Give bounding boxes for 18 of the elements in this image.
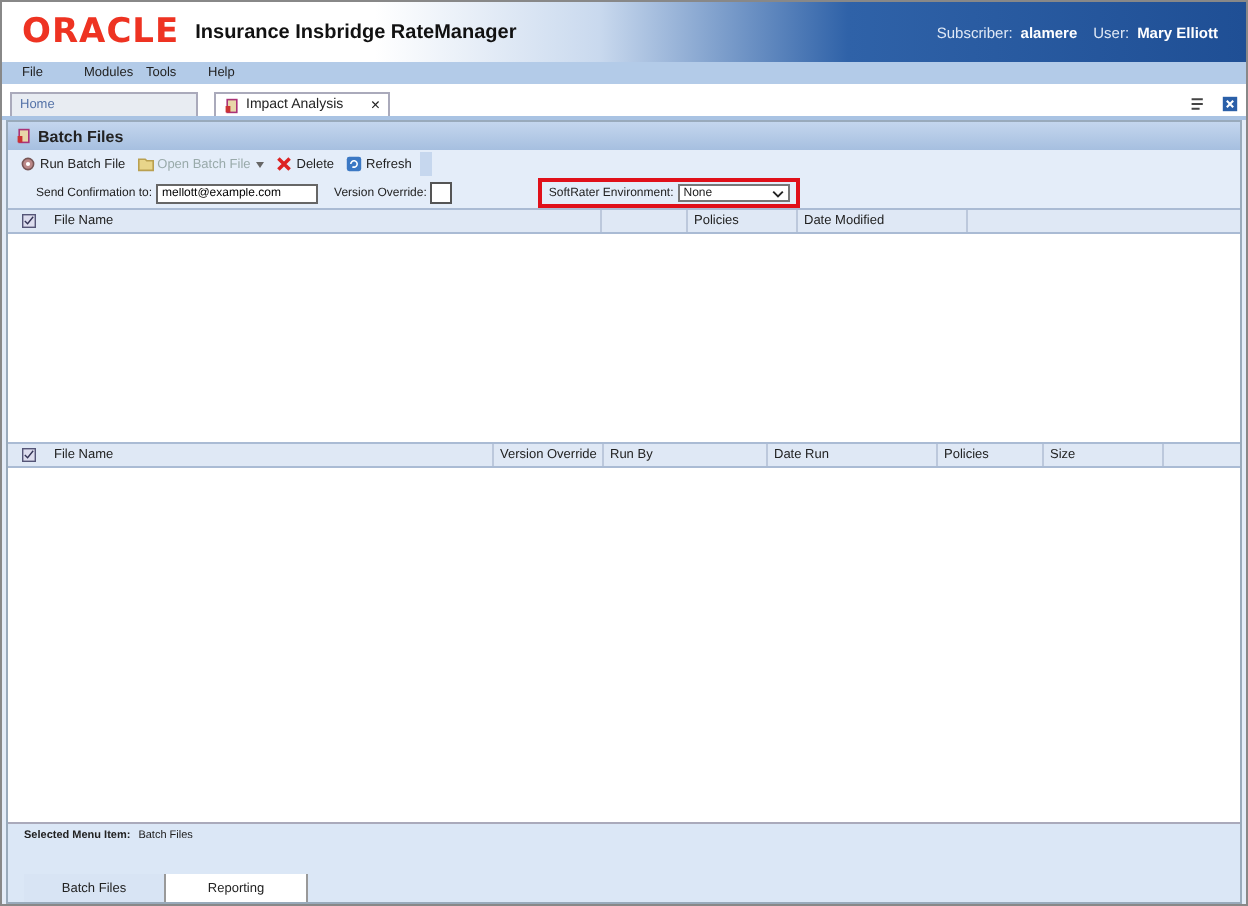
gear-icon	[20, 156, 36, 172]
close-tab-button[interactable]: ×	[370, 96, 380, 114]
caret-icon	[256, 161, 265, 167]
oracle-logo: ORACLE	[22, 12, 180, 52]
document-icon	[224, 97, 240, 113]
list-icon[interactable]	[1190, 96, 1206, 112]
select-all-icon[interactable]	[21, 214, 35, 228]
folder-icon	[137, 156, 154, 172]
chevron-down-icon	[771, 189, 784, 197]
panel-title: Batch Files	[38, 127, 124, 145]
close-icon[interactable]	[1222, 96, 1238, 112]
select-all-icon[interactable]	[21, 448, 35, 462]
refresh-icon	[346, 156, 363, 172]
delete-icon	[276, 156, 293, 172]
toolbar-grip	[419, 152, 432, 176]
app-title: Insurance Insbridge RateManager	[195, 21, 517, 43]
document-icon	[16, 128, 32, 144]
version-override-checkbox[interactable]	[430, 182, 453, 204]
